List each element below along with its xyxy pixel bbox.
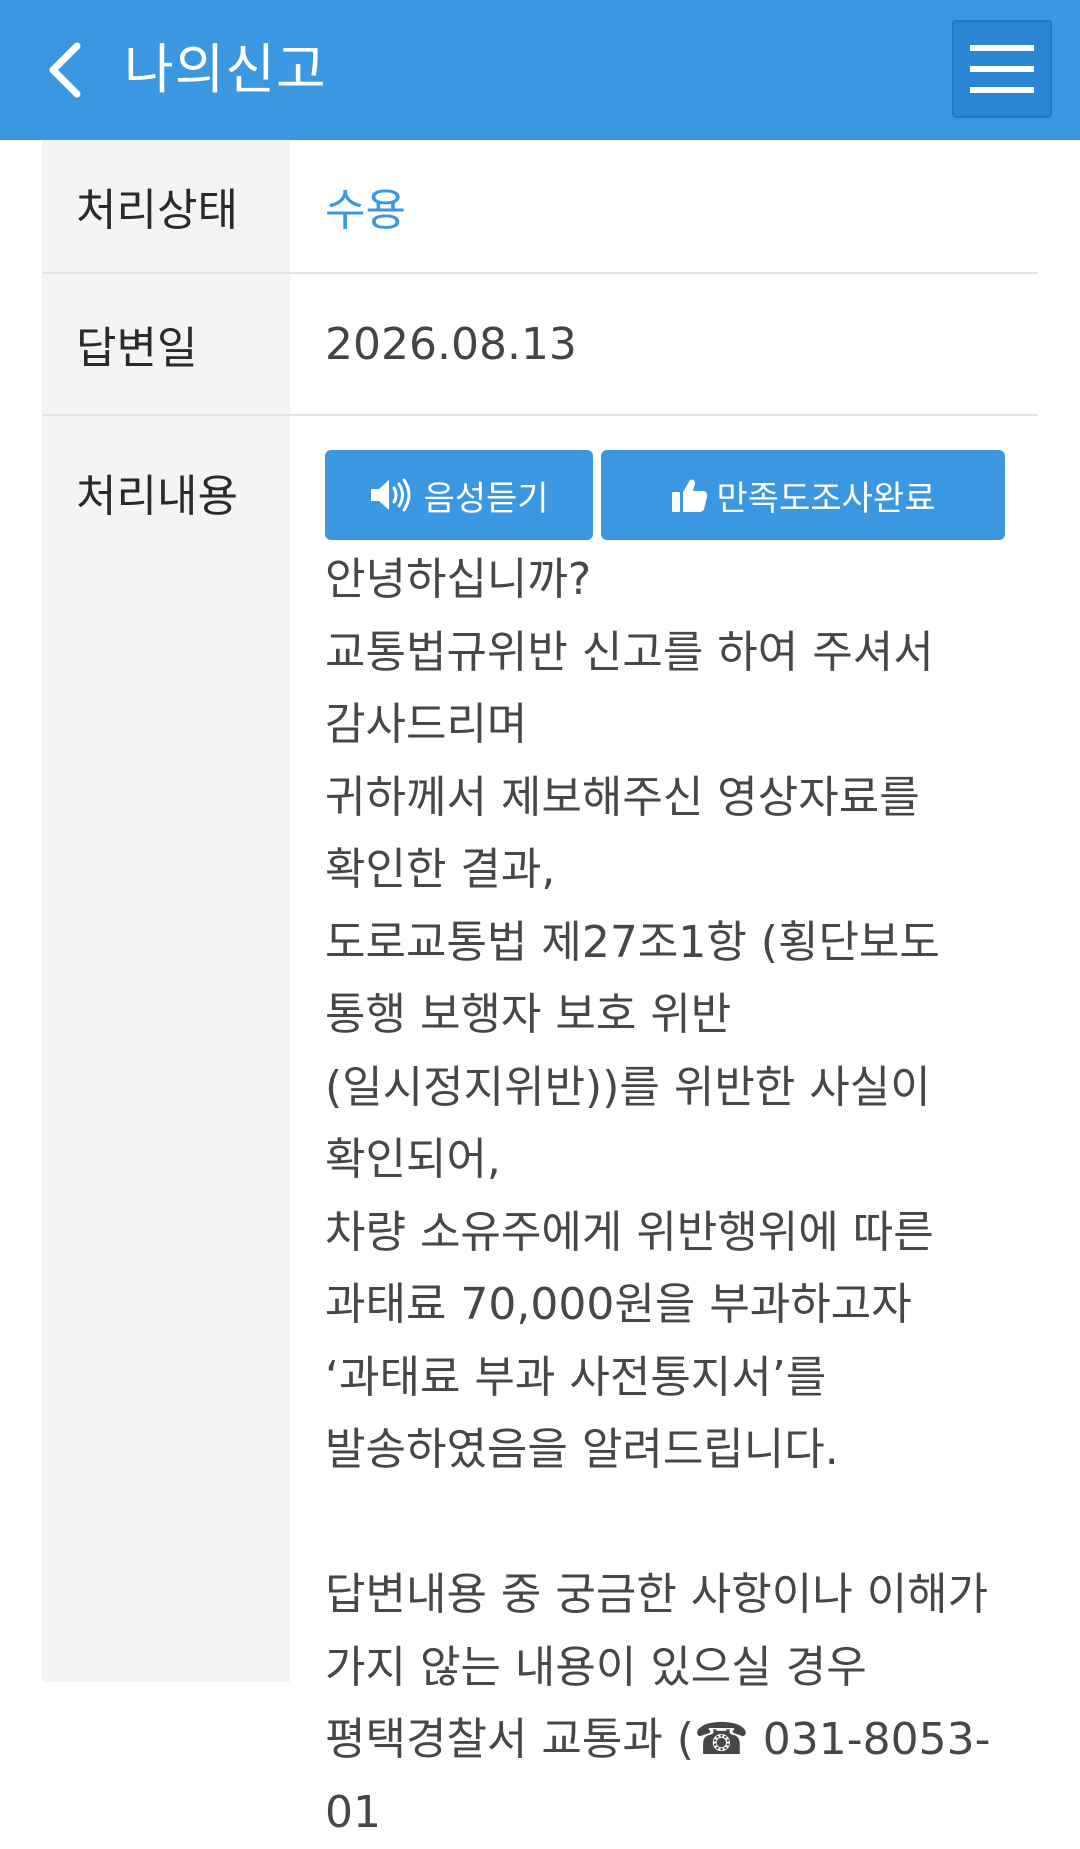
app-bar: 나의신고 — [0, 0, 1080, 140]
report-detail-table: 처리상태 수용 답변일 2026.08.13 처리내용 음성듣기 만족도조사완료… — [42, 140, 1038, 1838]
page-title: 나의신고 — [124, 38, 327, 101]
thumbs-up-icon — [671, 479, 707, 512]
chevron-left-icon — [49, 42, 81, 98]
status-row: 처리상태 수용 — [42, 140, 1038, 274]
action-buttons: 음성듣기 만족도조사완료 — [325, 450, 1018, 540]
content-value: 음성듣기 만족도조사완료 안녕하십니까? 교통법규위반 신고를 하여 주셔서 감… — [290, 416, 1038, 1838]
voice-listen-button[interactable]: 음성듣기 — [325, 450, 593, 540]
satisfaction-survey-button[interactable]: 만족도조사완료 — [601, 450, 1005, 540]
answer-date-label: 답변일 — [42, 274, 290, 414]
status-label: 처리상태 — [42, 140, 290, 272]
status-value: 수용 — [325, 185, 406, 236]
voice-listen-label: 음성듣기 — [423, 478, 549, 519]
back-button[interactable] — [30, 28, 100, 112]
speaker-icon — [371, 478, 411, 512]
satisfaction-survey-label: 만족도조사완료 — [716, 478, 936, 519]
content-row: 처리내용 음성듣기 만족도조사완료 안녕하십니까? 교통법규위반 신고를 하여 … — [42, 416, 1038, 1838]
content-label: 처리내용 — [42, 416, 290, 1682]
menu-button[interactable] — [952, 20, 1052, 118]
answer-date-row: 답변일 2026.08.13 — [42, 274, 1038, 416]
reply-body-text: 안녕하십니까? 교통법규위반 신고를 하여 주셔서 감사드리며 귀하께서 제보해… — [325, 554, 991, 1838]
answer-date-value: 2026.08.13 — [325, 318, 577, 370]
hamburger-menu-icon — [970, 45, 1034, 93]
